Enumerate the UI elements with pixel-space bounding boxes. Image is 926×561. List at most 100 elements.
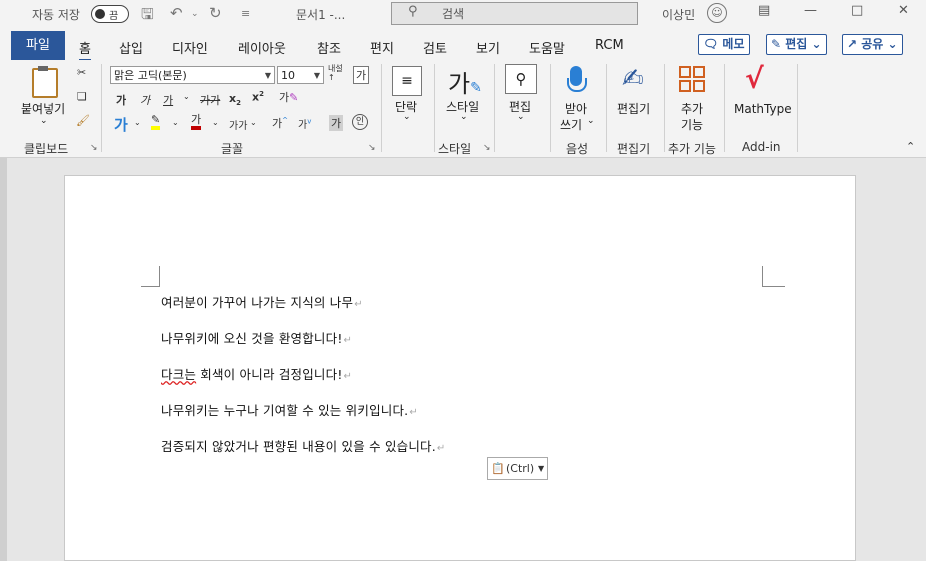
divider: [494, 64, 495, 152]
tab-mailings[interactable]: 편지: [370, 38, 394, 57]
memo-button[interactable]: 🗨 메모: [698, 34, 750, 55]
toggle-knob: [95, 9, 105, 19]
maximize-icon[interactable]: □: [851, 3, 863, 18]
document-paragraph[interactable]: 여러분이 가꾸어 나가는 지식의 나무↵: [161, 292, 363, 311]
edit-mode-button[interactable]: ✎ 편집 ⌄: [766, 34, 827, 55]
clear-format-icon[interactable]: 가: [353, 66, 370, 84]
font-size-combo[interactable]: 10 ▼: [277, 66, 324, 84]
tab-rcm[interactable]: RCM: [595, 38, 624, 53]
styles-button[interactable]: 가✎ 스타일 ⌄: [443, 64, 487, 130]
search-box[interactable]: ⚲ 검색: [391, 2, 638, 25]
paragraph-text: 여러분이 가꾸어 나가는 지식의 나무: [161, 295, 354, 310]
search-placeholder: 검색: [442, 7, 465, 21]
redo-icon[interactable]: ↻: [209, 4, 222, 22]
clipboard-group-label: 클립보드: [24, 142, 69, 156]
font-launcher-icon[interactable]: ↘: [368, 143, 376, 153]
document-paragraph[interactable]: 나무위키에 오신 것을 환영합니다!↵: [161, 328, 352, 347]
character-shading-icon[interactable]: 가: [329, 115, 344, 131]
misspelled-word[interactable]: 다크는: [161, 367, 196, 382]
clipboard-launcher-icon[interactable]: ↘: [90, 143, 98, 153]
chevron-down-icon[interactable]: ⌄: [212, 118, 219, 127]
find-icon: ⚲: [505, 64, 537, 94]
autosave-toggle[interactable]: 끔: [91, 5, 129, 23]
tab-file[interactable]: 파일: [11, 31, 65, 60]
pencil-icon: ✎: [771, 37, 782, 51]
undo-icon[interactable]: ↶: [170, 4, 183, 22]
edit-label: 편집: [785, 37, 808, 51]
collapse-ribbon-icon[interactable]: ⌃: [906, 140, 915, 153]
save-icon[interactable]: 🖫: [141, 4, 154, 29]
undo-dropdown-icon[interactable]: ⌄: [191, 9, 199, 19]
mathtype-button[interactable]: √ MathType: [732, 62, 792, 130]
underline-dropdown-icon[interactable]: ⌄: [183, 92, 190, 101]
crop-mark-right: [762, 266, 785, 287]
tab-home[interactable]: 홈: [79, 38, 91, 61]
copy-icon[interactable]: ❏: [77, 90, 87, 103]
addins-icon: [679, 66, 705, 92]
customize-qat-icon[interactable]: ≡: [241, 7, 250, 20]
editing-button[interactable]: ⚲ 편집 ⌄: [504, 64, 538, 130]
chevron-down-icon: ⌄: [587, 116, 595, 126]
paste-options-button[interactable]: 📋 (Ctrl) ▼: [487, 457, 548, 480]
chevron-down-icon: ▼: [264, 71, 271, 80]
change-case-icon[interactable]: 가가: [229, 117, 247, 132]
subscript-icon[interactable]: x2: [229, 92, 241, 107]
ribbon: 붙여넣기 ⌄ ✂ ❏ 🖌 클립보드 ↘ 맑은 고딕(본문) ▼ 10 ▼ 내설 ↑ 가…: [0, 60, 926, 158]
grow-font-icon[interactable]: 내설 ↑: [328, 64, 343, 82]
shrink-font-size-icon[interactable]: 가v: [298, 116, 311, 131]
strikethrough-icon[interactable]: 가가: [200, 92, 220, 108]
grow-font-size-icon[interactable]: 가^: [272, 115, 288, 131]
styles-launcher-icon[interactable]: ↘: [483, 143, 491, 153]
minimize-icon[interactable]: —: [804, 3, 817, 18]
divider: [724, 64, 725, 152]
paragraph-text: 나무위키에 오신 것을 환영합니다!: [161, 331, 343, 346]
font-name-combo[interactable]: 맑은 고딕(본문) ▼: [110, 66, 275, 84]
document-paragraph[interactable]: 다크는 회색이 아니라 검정입니다!↵: [161, 364, 352, 383]
tab-review[interactable]: 검토: [423, 38, 447, 57]
close-icon[interactable]: ✕: [898, 3, 909, 18]
cut-icon[interactable]: ✂: [77, 66, 86, 79]
paragraph-button[interactable]: ≡ 단락 ⌄: [390, 64, 424, 130]
tab-view[interactable]: 보기: [476, 38, 500, 57]
enclose-characters-icon[interactable]: 인: [352, 114, 368, 130]
divider: [664, 64, 665, 152]
paragraph-mark-icon: ↵: [343, 371, 353, 382]
superscript-icon[interactable]: x2: [252, 90, 264, 104]
tab-design[interactable]: 디자인: [172, 38, 208, 57]
divider: [381, 64, 382, 152]
dictate-button[interactable]: 받아 쓰기 ⌄: [558, 64, 598, 132]
tab-references[interactable]: 참조: [317, 38, 341, 57]
tab-layout[interactable]: 레이아웃: [238, 38, 286, 57]
autosave-label: 자동 저장: [32, 8, 80, 22]
text-effects-icon[interactable]: 가✎: [279, 89, 298, 105]
dictate-label-1: 받아: [565, 102, 588, 116]
divider: [797, 64, 798, 152]
chevron-down-icon[interactable]: ⌄: [134, 118, 141, 127]
divider: [101, 64, 102, 152]
tab-help[interactable]: 도움말: [529, 38, 565, 57]
document-paragraph[interactable]: 나무위키는 누구나 기여할 수 있는 위키입니다.↵: [161, 400, 418, 419]
highlight-icon[interactable]: ✎: [151, 114, 161, 130]
addins-button[interactable]: 추가 기능: [673, 64, 713, 132]
ribbon-display-icon[interactable]: ▤: [758, 3, 770, 18]
mathtype-group-label: Add-in: [742, 140, 781, 154]
underline-icon[interactable]: 가: [163, 92, 173, 108]
paste-button[interactable]: 붙여넣기 ⌄: [20, 66, 68, 132]
vertical-scrollbar[interactable]: [0, 158, 7, 561]
format-painter-icon[interactable]: 🖌: [76, 114, 90, 127]
font-color-icon[interactable]: 가: [191, 113, 202, 130]
italic-icon[interactable]: 가: [140, 92, 150, 108]
share-button[interactable]: ↗ 공유 ⌄: [842, 34, 903, 55]
document-page[interactable]: 여러분이 가꾸어 나가는 지식의 나무↵ 나무위키에 오신 것을 환영합니다!↵…: [64, 175, 856, 561]
tab-insert[interactable]: 삽입: [119, 38, 143, 57]
chevron-down-icon[interactable]: ⌄: [250, 118, 257, 127]
editor-button[interactable]: ✍ 편집기: [614, 64, 658, 130]
paste-label: 붙여넣기: [21, 102, 66, 116]
avatar[interactable]: ☺: [707, 3, 727, 23]
addins-label-2: 기능: [681, 118, 704, 132]
user-name[interactable]: 이상민: [662, 6, 695, 23]
bold-icon[interactable]: 가: [116, 92, 126, 108]
text-effects-color-icon[interactable]: 가: [114, 114, 128, 135]
document-paragraph[interactable]: 검증되지 않았거나 편향된 내용이 있을 수 있습니다.↵: [161, 436, 446, 455]
chevron-down-icon[interactable]: ⌄: [172, 118, 179, 127]
